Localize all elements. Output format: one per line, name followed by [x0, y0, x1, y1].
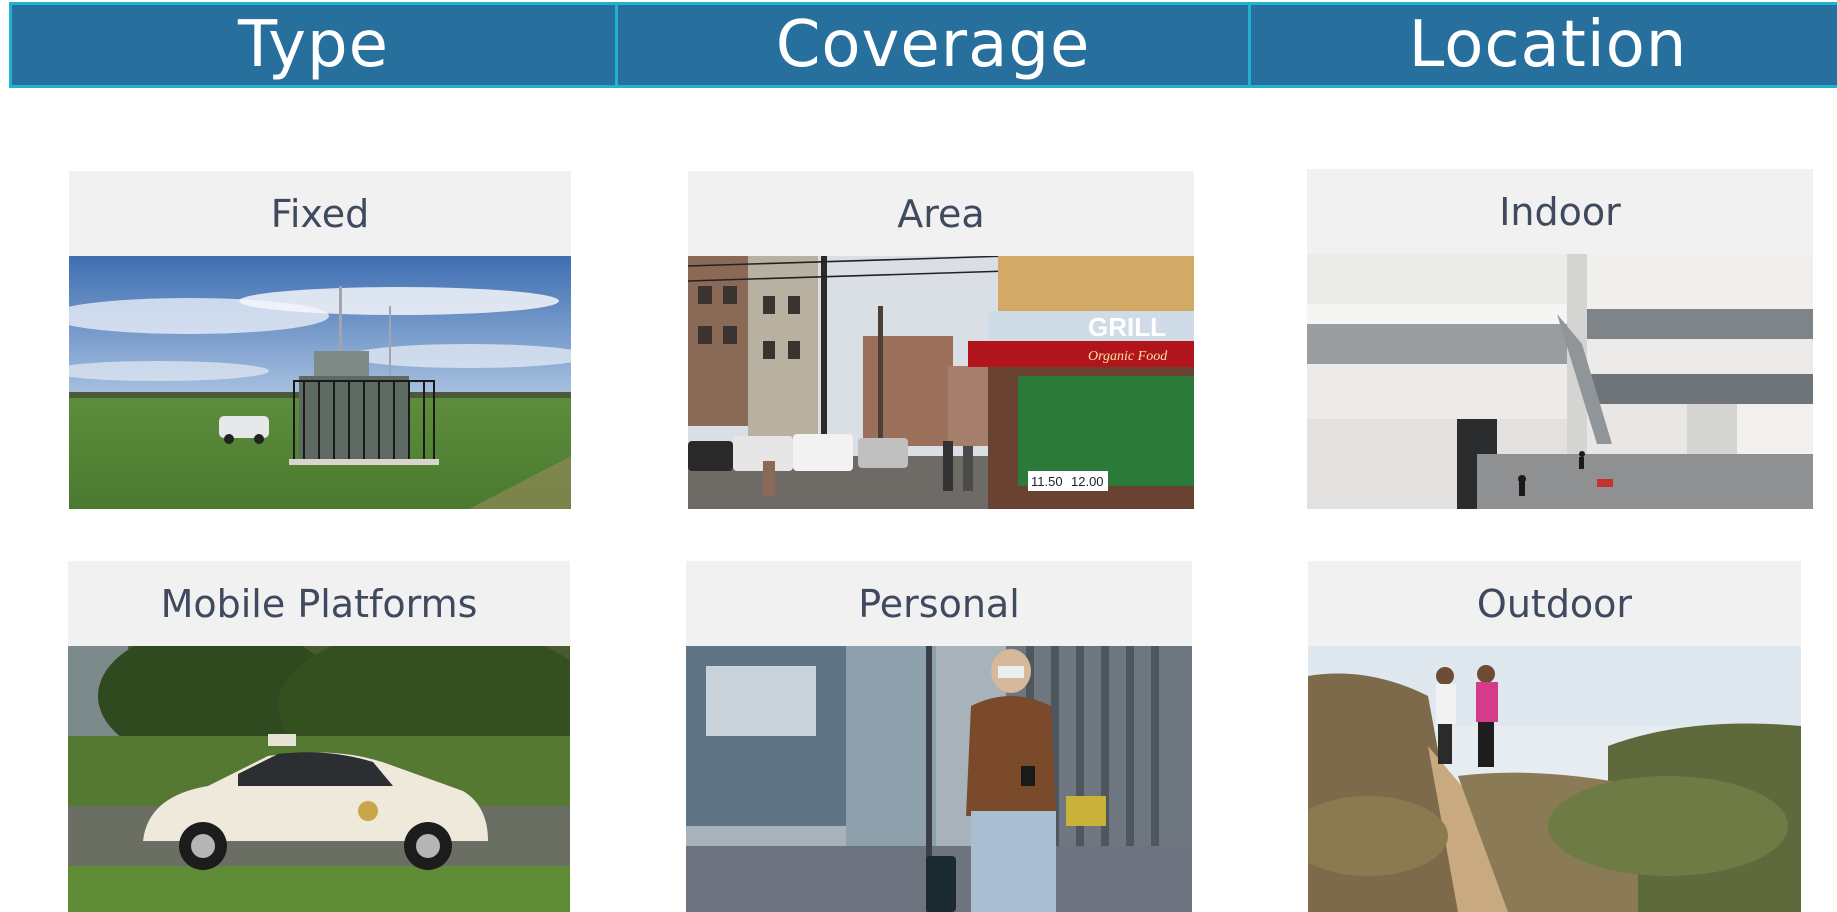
city-street-photo: GRILL Organic Food 11.50 12.00: [688, 256, 1194, 509]
card-label-fixed: Fixed: [69, 171, 571, 256]
card-area: Area GRILL Organic Food 11.50 12.00: [688, 171, 1194, 509]
card-label-mobile-platforms: Mobile Platforms: [68, 561, 570, 646]
hikers-trail-photo: [1308, 646, 1801, 912]
card-label-area: Area: [688, 171, 1194, 256]
card-label-outdoor: Outdoor: [1308, 561, 1801, 646]
card-indoor: Indoor: [1307, 169, 1813, 509]
store-price-right: 12.00: [1071, 474, 1104, 489]
sensor-car-photo: [68, 646, 570, 912]
store-organic-text: Organic Food: [1088, 349, 1168, 364]
card-label-personal: Personal: [686, 561, 1192, 646]
card-mobile-platforms: Mobile Platforms: [68, 561, 570, 912]
card-outdoor: Outdoor: [1308, 561, 1801, 912]
traveler-with-phone-photo: [686, 646, 1192, 912]
store-grill-text: GRILL: [1088, 312, 1166, 342]
header-location: Location: [1248, 2, 1837, 88]
card-fixed: Fixed: [69, 171, 571, 509]
header-coverage: Coverage: [615, 2, 1251, 88]
slide: Type Coverage Location Fixed Area GRILL …: [0, 0, 1837, 912]
building-atrium-photo: [1307, 254, 1813, 509]
monitoring-station-photo: [69, 256, 571, 509]
card-personal: Personal: [686, 561, 1192, 912]
store-price-left: 11.50: [1031, 474, 1063, 489]
header-type: Type: [9, 2, 618, 88]
card-label-indoor: Indoor: [1307, 169, 1813, 254]
